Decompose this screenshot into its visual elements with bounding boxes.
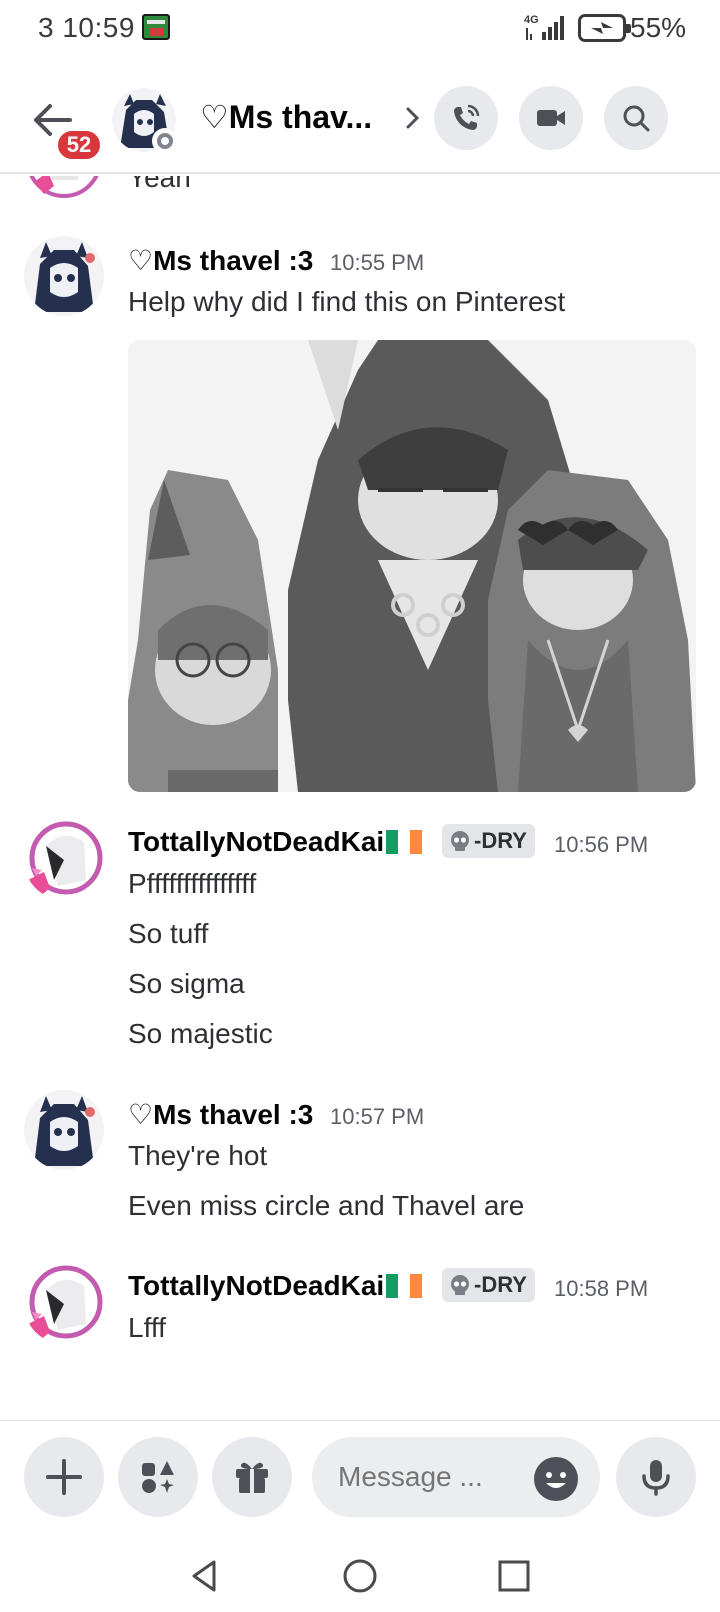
- message-text: Help why did I find this on Pinterest: [128, 286, 566, 317]
- gift-icon: [236, 1462, 268, 1493]
- message-text: Even miss circle and Thavel are: [128, 1190, 525, 1221]
- message-composer: [0, 1420, 720, 1540]
- status-time: 3 10:59: [38, 12, 135, 43]
- author-name[interactable]: TottallyNotDeadKai: [128, 1270, 423, 1302]
- user-tag[interactable]: -DRY: [442, 1268, 535, 1302]
- video-call-button[interactable]: [519, 86, 583, 150]
- thavel-avatar[interactable]: [24, 1090, 104, 1170]
- message-text: Yeah: [128, 176, 191, 193]
- kai-avatar[interactable]: [24, 1264, 104, 1344]
- notification-badge: 52: [55, 128, 103, 162]
- system-navbar: [0, 1540, 720, 1612]
- nav-back-button[interactable]: [186, 1556, 226, 1596]
- search-icon: [623, 105, 650, 132]
- plus-icon: [46, 1459, 82, 1495]
- game-app-icon: [142, 14, 170, 40]
- nav-recents-button[interactable]: [494, 1556, 534, 1596]
- skull-icon: [451, 831, 469, 851]
- nav-home-button[interactable]: [340, 1556, 380, 1596]
- message-timestamp: 10:56 PM: [554, 832, 649, 857]
- apps-icon: [142, 1461, 174, 1493]
- battery-percent: 55%: [630, 12, 687, 43]
- user-tag[interactable]: -DRY: [442, 824, 535, 858]
- message-text: So tuff: [128, 918, 209, 949]
- author-name[interactable]: TottallyNotDeadKai: [128, 826, 423, 858]
- status-indicator: [152, 128, 178, 154]
- message-text: So majestic: [128, 1018, 273, 1049]
- message-text: So sigma: [128, 968, 245, 999]
- microphone-icon: [642, 1460, 670, 1496]
- gift-button[interactable]: [212, 1437, 292, 1517]
- message-timestamp: 10:55 PM: [330, 250, 425, 275]
- image-attachment[interactable]: [128, 340, 696, 792]
- nav-back-icon: [192, 1560, 216, 1592]
- message-list[interactable]: Yeah ♡Ms thavel :3 10:55 PM Help why did…: [0, 176, 720, 1420]
- message-text: Pfffffffffffffff: [128, 868, 257, 899]
- nav-home-icon: [343, 1559, 377, 1593]
- thavel-avatar[interactable]: [24, 236, 104, 316]
- video-camera-icon: [537, 110, 565, 126]
- kai-avatar[interactable]: [24, 820, 104, 900]
- ireland-flag-icon: [386, 829, 423, 854]
- emoji-icon: [546, 1472, 566, 1488]
- emoji-button[interactable]: [534, 1457, 578, 1501]
- channel-title[interactable]: ♡Ms thav...: [200, 98, 372, 136]
- skull-icon: [451, 1275, 469, 1295]
- message-text: Lfff: [128, 1312, 166, 1343]
- voice-message-button[interactable]: [616, 1437, 696, 1517]
- author-name[interactable]: ♡Ms thavel :3: [128, 1098, 313, 1131]
- message-timestamp: 10:57 PM: [330, 1104, 425, 1129]
- message-timestamp: 10:58 PM: [554, 1276, 649, 1301]
- author-name[interactable]: ♡Ms thavel :3: [128, 244, 313, 277]
- battery-charging-icon: [578, 14, 631, 42]
- apps-button[interactable]: [118, 1437, 198, 1517]
- channel-header: 52 ♡Ms thav...: [0, 78, 720, 174]
- voice-call-button[interactable]: [434, 86, 498, 150]
- ireland-flag-icon: [386, 1273, 423, 1298]
- network-label: 4G: [524, 14, 539, 26]
- kai-avatar[interactable]: [24, 176, 104, 200]
- attachment-image: [128, 340, 696, 792]
- chevron-right-icon[interactable]: [404, 106, 422, 130]
- message-text: They're hot: [128, 1140, 268, 1171]
- status-bar: 3 10:59 4G 55%: [0, 0, 720, 56]
- search-button[interactable]: [604, 86, 668, 150]
- signal-icon: 4G: [524, 12, 570, 42]
- phone-call-icon: [454, 104, 480, 130]
- nav-recents-icon: [498, 1560, 530, 1592]
- add-attachment-button[interactable]: [24, 1437, 104, 1517]
